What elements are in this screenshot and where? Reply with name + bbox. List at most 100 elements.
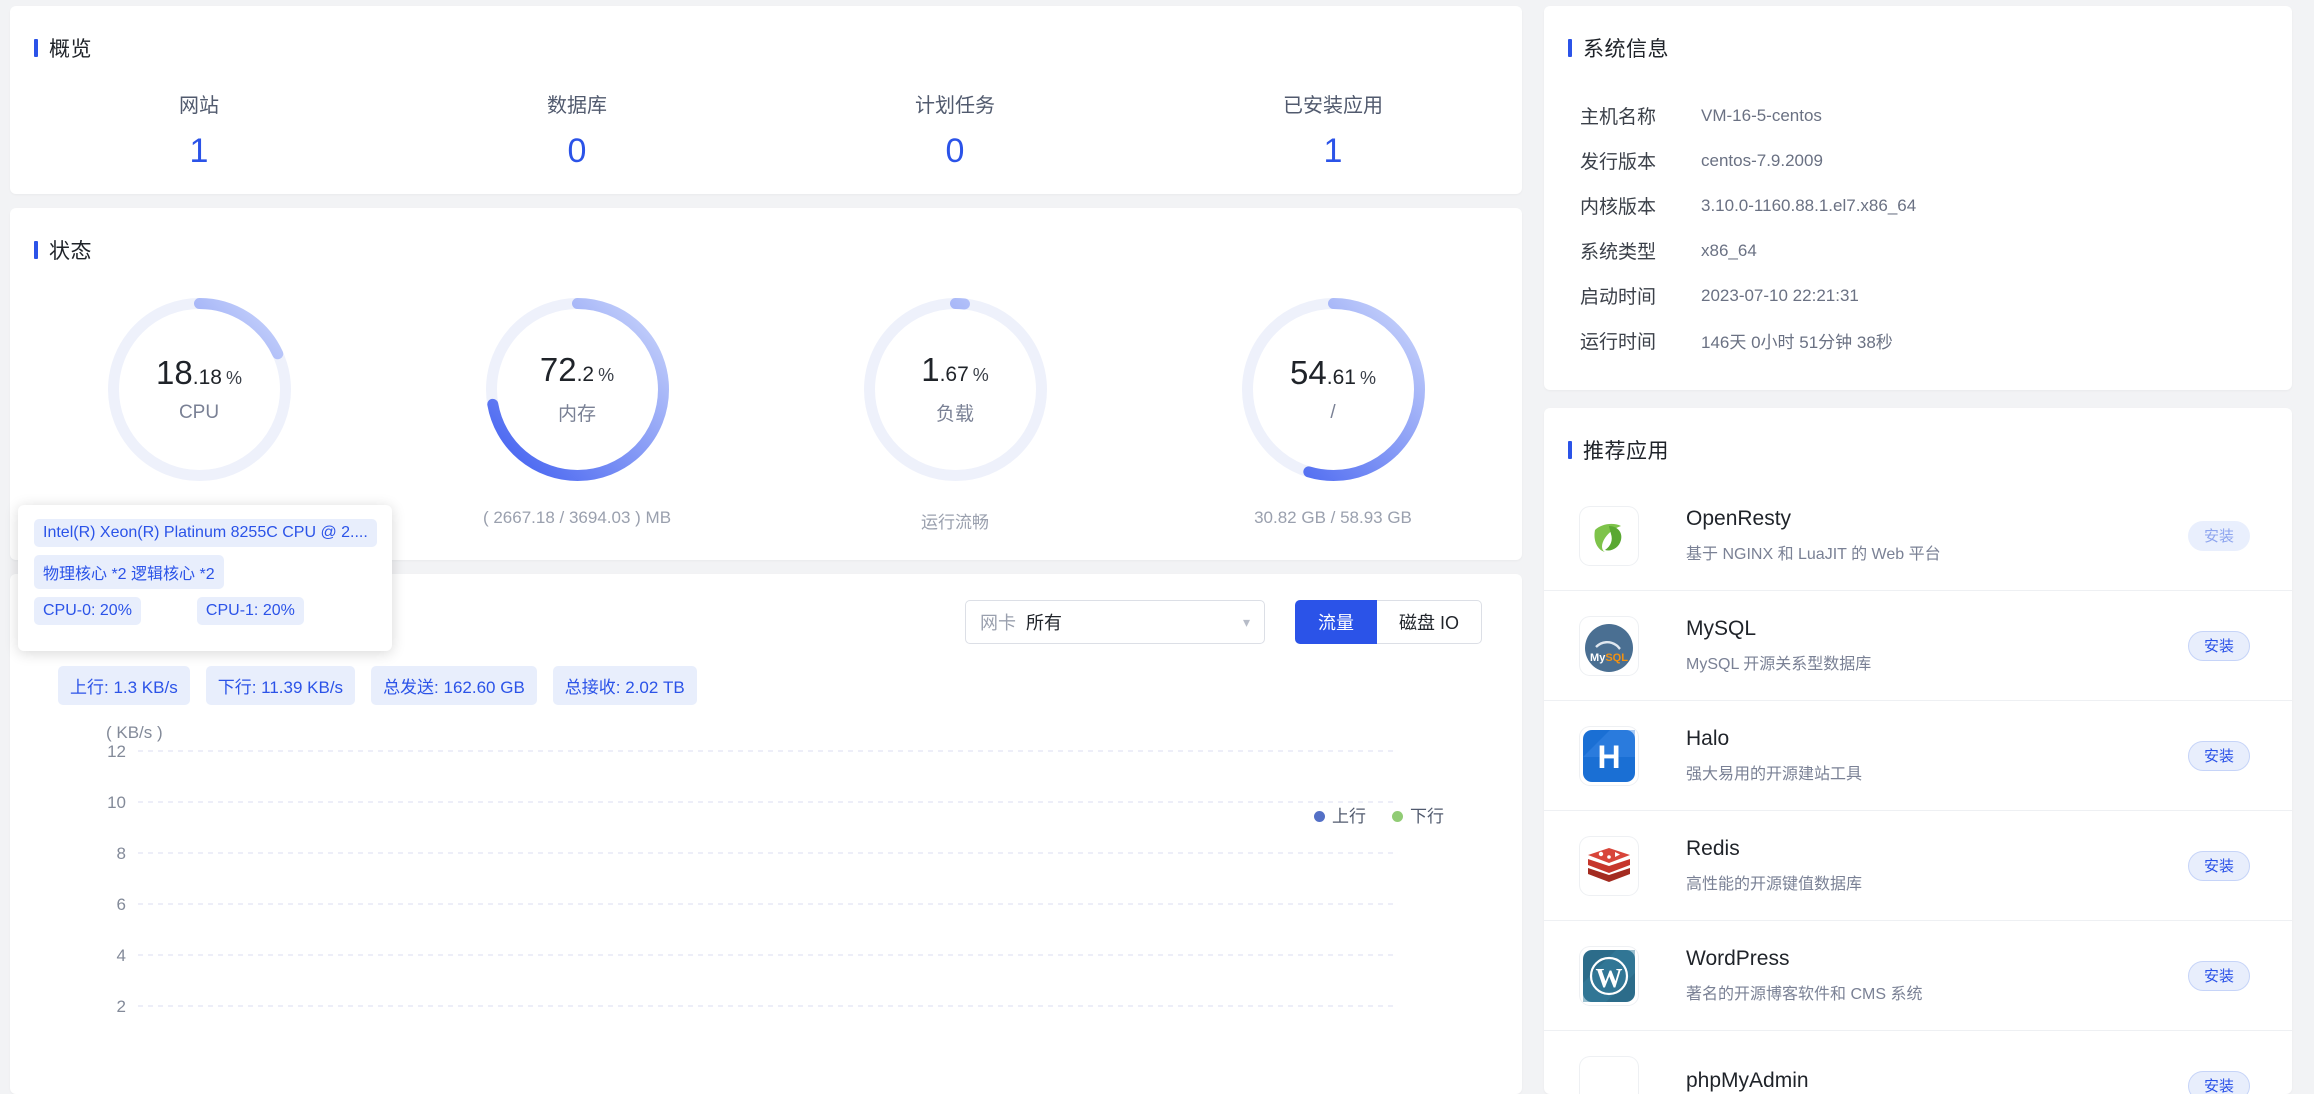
overview-item-value: 1 (189, 132, 209, 170)
app-desc: 强大易用的开源建站工具 (1686, 766, 1863, 783)
app-name: Redis (1686, 837, 1740, 860)
app-row-wordpress[interactable]: W WordPress 著名的开源博客软件和 CMS 系统 安装 (1544, 921, 2292, 1031)
nic-select-label: 网卡 (979, 613, 1016, 633)
gauge-ring-disk: 54.61% / (1237, 293, 1430, 486)
stat-total-received: 总接收: 2.02 TB (552, 666, 697, 705)
cpu-core-usage-row: CPU-0: 20% CPU-1: 20% (34, 597, 376, 633)
app-desc: MySQL 开源关系型数据库 (1686, 656, 1872, 673)
nic-select-value: 所有 (1025, 613, 1062, 633)
cpu-core1-tag: CPU-1: 20% (196, 597, 304, 625)
gauge-ring-memory: 72.2% 内存 (481, 293, 674, 486)
tab-traffic[interactable]: 流量 (1294, 600, 1377, 644)
nic-select-text: 网卡 所有 (980, 609, 1062, 635)
gauge-center-cpu: 18.18% CPU (103, 293, 296, 486)
sysinfo-key: 系统类型 (1580, 242, 1657, 263)
traffic-card: 网卡 所有 ▾ 流量 磁盘 IO 上行: 1.3 KB/s 下行: 11.39 … (10, 574, 1522, 1094)
svg-text:MySQL: MySQL (1590, 652, 1628, 664)
svg-text:10: 10 (107, 793, 126, 812)
app-meta: MySQL MySQL 开源关系型数据库 (1686, 617, 2188, 674)
svg-text:H: H (1597, 739, 1620, 775)
apps-title: 推荐应用 (1544, 408, 2292, 465)
svg-text:12: 12 (107, 742, 126, 761)
app-meta: Halo 强大易用的开源建站工具 (1686, 727, 2188, 784)
app-row-mysql[interactable]: MySQL MySQL MySQL 开源关系型数据库 安装 (1544, 591, 2292, 701)
app-desc: 著名的开源博客软件和 CMS 系统 (1686, 986, 1923, 1003)
nic-select[interactable]: 网卡 所有 ▾ (964, 600, 1265, 644)
dashboard-page: 概览 网站 1 数据库 0 计划任务 0 已安装应用 1 状态 18.18 % … (0, 0, 2314, 1094)
install-button[interactable]: 安装 (2188, 850, 2250, 881)
svg-text:4: 4 (117, 946, 126, 965)
overview-item-cron[interactable]: 计划任务 0 (766, 89, 1144, 171)
gauge-center-disk: 54.61% / (1237, 293, 1430, 486)
app-meta: phpMyAdmin (1686, 1069, 2188, 1094)
app-desc: 高性能的开源键值数据库 (1686, 876, 1863, 893)
traffic-chart[interactable]: ( KB/s ) 12 10 8 6 4 2 (10, 723, 1522, 1023)
stat-total-sent: 总发送: 162.60 GB (371, 666, 537, 705)
overview-stats-row: 网站 1 数据库 0 计划任务 0 已安装应用 1 (10, 63, 1522, 171)
install-button[interactable]: 安装 (2188, 630, 2250, 661)
tab-disk-io[interactable]: 磁盘 IO (1376, 600, 1482, 644)
gauge-label-cpu: CPU (178, 401, 220, 423)
sysinfo-value: 146天 0小时 51分钟 38秒 (1701, 333, 1893, 352)
overview-card: 概览 网站 1 数据库 0 计划任务 0 已安装应用 1 (10, 6, 1522, 195)
install-button[interactable]: 安装 (2188, 740, 2250, 771)
openresty-icon (1580, 506, 1638, 565)
gauge-load[interactable]: 1.67% 负载 运行流畅 (766, 293, 1144, 533)
sysinfo-key: 主机名称 (1580, 107, 1657, 128)
traffic-stat-tags: 上行: 1.3 KB/s 下行: 11.39 KB/s 总发送: 162.60 … (10, 644, 1522, 705)
overview-item-database[interactable]: 数据库 0 (388, 89, 766, 171)
svg-text:8: 8 (117, 844, 126, 863)
app-row-openresty[interactable]: OpenResty 基于 NGINX 和 LuaJIT 的 Web 平台 安装 (1544, 481, 2292, 591)
install-button[interactable]: 安装 (2188, 520, 2250, 551)
system-info-title: 系统信息 (1544, 6, 2292, 63)
gauge-cpu[interactable]: 18.18% CPU ( 0.36 / 2 ) 核 (10, 293, 388, 533)
sysinfo-row-release: 发行版本 centos-7.9.2009 (1544, 138, 2292, 183)
gauge-row: 18.18% CPU ( 0.36 / 2 ) 核 (10, 265, 1522, 533)
svg-text:2: 2 (117, 997, 126, 1016)
overview-item-value: 0 (567, 132, 587, 170)
stat-upload: 上行: 1.3 KB/s (58, 666, 190, 705)
status-title-label: 状态 (49, 240, 92, 264)
gauge-sub-memory: ( 2667.18 / 3694.03 ) MB (482, 508, 672, 528)
sysinfo-row-boottime: 启动时间 2023-07-10 22:21:31 (1544, 273, 2292, 318)
cpu-core0-tag: CPU-0: 20% (34, 597, 141, 625)
install-button[interactable]: 安装 (2188, 1070, 2250, 1094)
sysinfo-row-uptime: 运行时间 146天 0小时 51分钟 38秒 (1544, 318, 2292, 363)
app-meta: Redis 高性能的开源键值数据库 (1686, 837, 2188, 894)
overview-item-site[interactable]: 网站 1 (10, 89, 388, 171)
traffic-tabs: 流量 磁盘 IO (1294, 600, 1482, 644)
overview-item-label: 数据库 (547, 95, 607, 117)
overview-item-label: 网站 (179, 95, 219, 117)
gauge-memory[interactable]: 72.2% 内存 ( 2667.18 / 3694.03 ) MB (388, 293, 766, 533)
system-info-list: 主机名称 VM-16-5-centos 发行版本 centos-7.9.2009… (1544, 63, 2292, 363)
install-button[interactable]: 安装 (2188, 960, 2250, 991)
gauge-value-cpu: 18.18% (156, 353, 242, 391)
sysinfo-value: x86_64 (1701, 240, 1757, 260)
gauge-sub-load: 运行流畅 (921, 513, 989, 533)
overview-title-label: 概览 (49, 38, 92, 61)
app-meta: OpenResty 基于 NGINX 和 LuaJIT 的 Web 平台 (1686, 507, 2188, 564)
system-info-title-label: 系统信息 (1583, 38, 1669, 61)
svg-text:W: W (1596, 963, 1623, 993)
app-row-halo[interactable]: H Halo 强大易用的开源建站工具 安装 (1544, 701, 2292, 811)
gauge-label-disk: / (1330, 401, 1336, 423)
sysinfo-value: 2023-07-10 22:21:31 (1701, 285, 1859, 305)
app-meta: WordPress 著名的开源博客软件和 CMS 系统 (1686, 947, 2188, 1004)
title-accent-bar (34, 39, 38, 57)
gauge-value-load: 1.67% (921, 351, 989, 389)
overview-item-apps[interactable]: 已安装应用 1 (1144, 89, 1522, 171)
overview-title: 概览 (10, 6, 1522, 63)
app-name: Halo (1686, 727, 1730, 750)
app-row-phpmyadmin[interactable]: phpMyAdmin 安装 (1544, 1031, 2292, 1094)
app-row-redis[interactable]: Redis 高性能的开源键值数据库 安装 (1544, 811, 2292, 921)
redis-icon (1580, 836, 1638, 895)
halo-icon: H (1580, 726, 1638, 785)
sysinfo-row-kernel: 内核版本 3.10.0-1160.88.1.el7.x86_64 (1544, 183, 2292, 228)
overview-item-label: 计划任务 (915, 95, 995, 117)
title-accent-bar (34, 241, 38, 260)
gauge-disk[interactable]: 54.61% / 30.82 GB / 58.93 GB (1144, 293, 1522, 533)
sysinfo-row-arch: 系统类型 x86_64 (1544, 228, 2292, 273)
gauge-ring-cpu: 18.18% CPU (103, 293, 296, 486)
sysinfo-value: 3.10.0-1160.88.1.el7.x86_64 (1701, 195, 1917, 215)
right-column: 系统信息 主机名称 VM-16-5-centos 发行版本 centos-7.9… (1544, 6, 2292, 1094)
